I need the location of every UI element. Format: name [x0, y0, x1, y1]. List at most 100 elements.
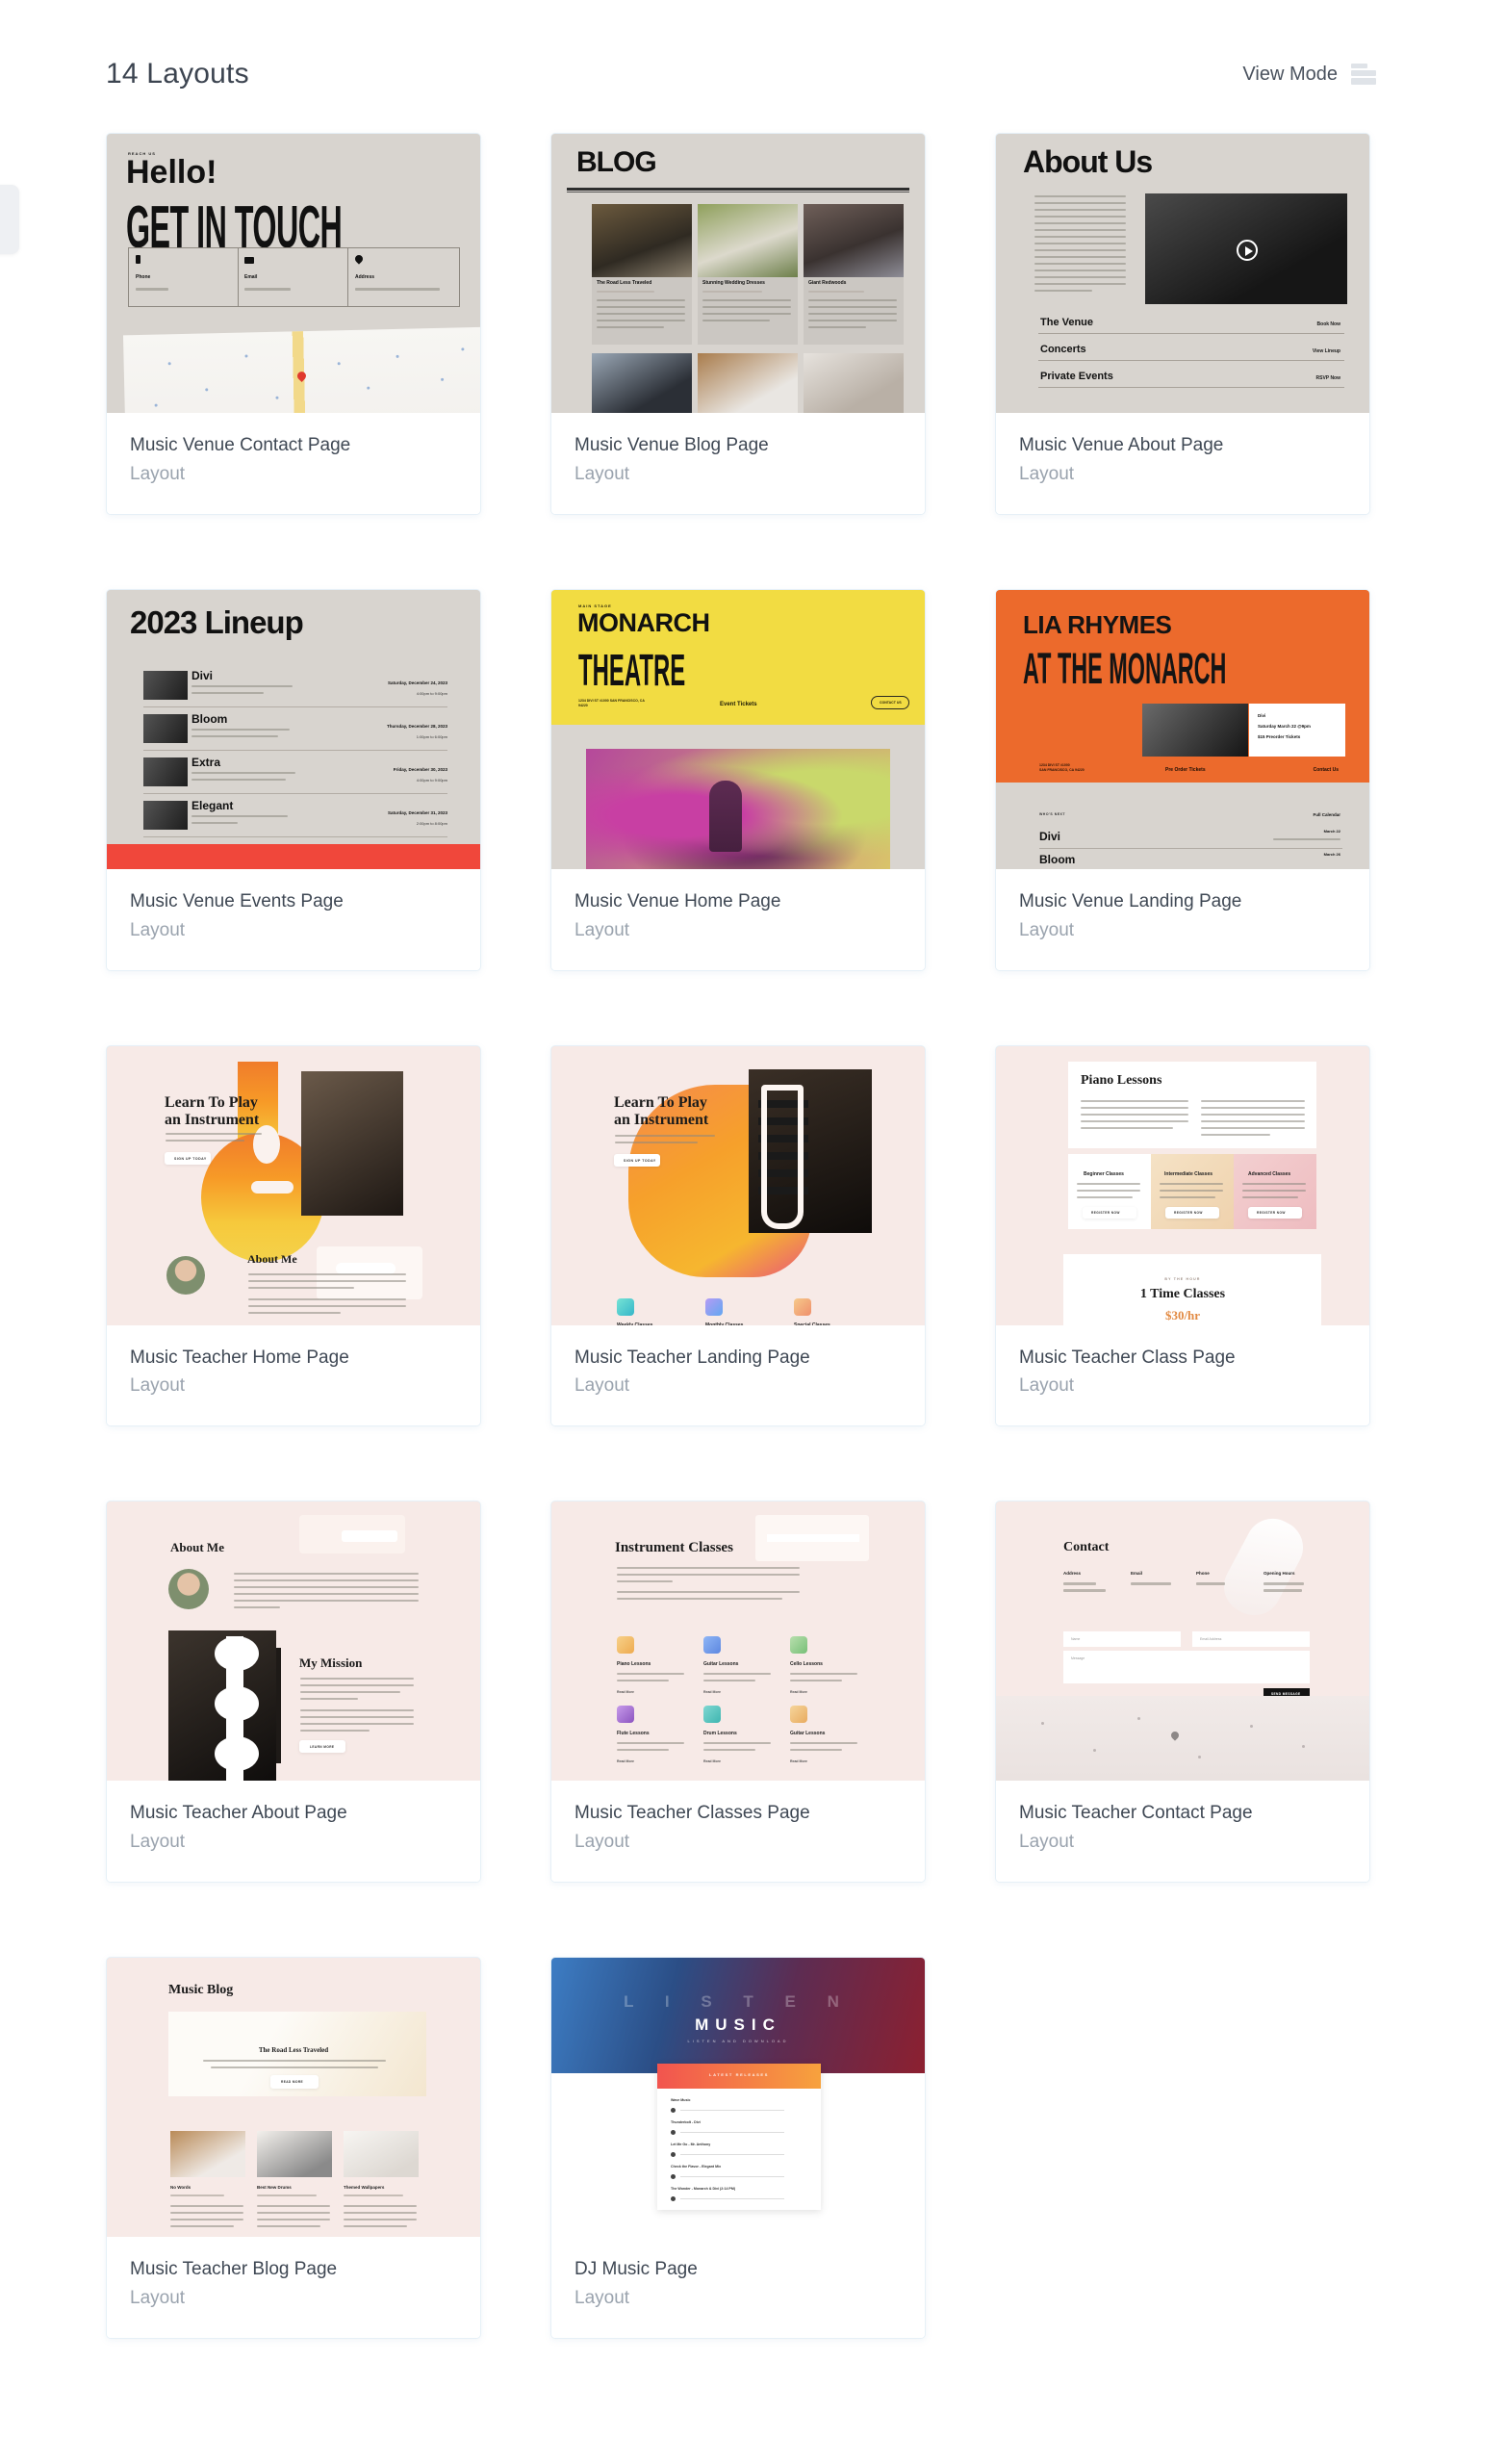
track-title: The Wonder - Monarch & Divi (2:14 PM): [671, 2187, 736, 2191]
preview-body-text: [1034, 195, 1126, 292]
view-mode-label: View Mode: [1242, 63, 1338, 85]
tier-label: Beginner Classes: [1084, 1170, 1124, 1177]
card-title: Music Venue About Page: [1019, 435, 1224, 455]
layout-card[interactable]: About Us The Venue Book Now Concerts Vie…: [995, 133, 1370, 515]
card-title: Music Venue Blog Page: [574, 435, 769, 455]
preview-button[interactable]: CONTACT US: [880, 701, 902, 705]
card-meta: Music Teacher Landing Page Layout: [551, 1324, 925, 1426]
accent-bar: [107, 843, 480, 869]
offer-price: $30/hr: [1164, 1307, 1201, 1322]
ticket-price: $15 Preorder Tickets: [1258, 733, 1301, 739]
layout-thumbnail: REACH US Hello! GET IN TOUCH Phone Email…: [107, 134, 480, 413]
class-link: Read More: [790, 1690, 807, 1695]
preview-heading: 2023 Lineup: [130, 603, 304, 640]
ticket-card: [1249, 703, 1345, 757]
card-meta: Music Venue Landing Page Layout: [996, 868, 1369, 970]
layouts-page: 14 Layouts View Mode REACH US Hello! GET…: [0, 0, 1506, 2464]
layout-thumbnail: Contact Address Email Phone Opening Hour…: [996, 1502, 1369, 1782]
layouts-grid: REACH US Hello! GET IN TOUCH Phone Email…: [106, 133, 1405, 2339]
layout-card[interactable]: BLOG The Road Less Traveled Stunning Wed…: [550, 133, 926, 515]
preview-row-link: Book Now: [1316, 321, 1340, 327]
preview-contact-link: Contact Us: [1313, 766, 1339, 773]
card-subtitle: Layout: [130, 2287, 186, 2308]
preview-event-date: Friday, December 30, 2023: [393, 766, 447, 772]
tier-label: Intermediate Classes: [1164, 1170, 1213, 1177]
name-field[interactable]: [1063, 1631, 1181, 1648]
card-title: Music Teacher About Page: [130, 1803, 347, 1824]
feature-label: Weekly Classes: [617, 1322, 653, 1325]
card-subtitle: Layout: [1019, 919, 1075, 940]
layout-card[interactable]: LIA RHYMES AT THE MONARCH Divi Saturday …: [995, 588, 1370, 971]
layout-card[interactable]: Learn To Play an Instrument SIGN UP TODAY…: [550, 1044, 926, 1427]
card-meta: Music Teacher Blog Page Layout: [107, 2237, 480, 2338]
preview-lineup-name: Divi: [1039, 829, 1061, 843]
class-link: Read More: [617, 1759, 634, 1764]
preview-section: My Mission: [299, 1656, 363, 1671]
detail-label: Email: [1131, 1571, 1143, 1577]
class-icon: [617, 1706, 634, 1724]
preview-heading: Contact: [1063, 1540, 1110, 1555]
layout-thumbnail: Music Blog The Road Less Traveled READ M…: [107, 1958, 480, 2237]
preview-event-name: Extra: [191, 755, 221, 769]
track-title: Thunderbolt - Divi: [671, 2120, 701, 2124]
preview-row-link: RSVP Now: [1315, 375, 1340, 381]
preview-heading: LIA RHYMES: [1023, 609, 1172, 639]
feature-icon: [705, 1297, 723, 1316]
mail-icon: [244, 257, 254, 264]
class-label: Cello Lessons: [790, 1661, 823, 1668]
map-preview: [996, 1696, 1369, 1782]
layout-thumbnail: Instrument Classes Piano Lessons Guitar …: [551, 1502, 925, 1782]
featured-title: The Road Less Traveled: [258, 2046, 329, 2054]
detail-label: Phone: [1196, 1571, 1210, 1577]
layout-thumbnail: 2023 Lineup Divi Saturday, December 24, …: [107, 589, 480, 869]
class-icon: [790, 1706, 807, 1724]
layout-card[interactable]: Contact Address Email Phone Opening Hour…: [995, 1501, 1370, 1883]
card-meta: Music Teacher Classes Page Layout: [551, 1781, 925, 1882]
drawer-handle-tab[interactable]: [0, 185, 19, 254]
preview-section: About Me: [247, 1251, 297, 1266]
card-title: Music Venue Events Page: [130, 890, 344, 911]
feature-icon: [617, 1297, 634, 1316]
preview-event-name: Divi: [191, 668, 214, 682]
card-subtitle: Layout: [574, 919, 630, 940]
feature-icon: [794, 1297, 811, 1316]
layout-card[interactable]: About Me My Mission LEARN MORE Music Tea…: [106, 1501, 481, 1883]
avatar: [166, 1255, 205, 1295]
card-subtitle: Layout: [130, 463, 186, 484]
layout-grid-icon[interactable]: [1351, 64, 1376, 85]
preview-row-label: The Venue: [1040, 317, 1094, 328]
layout-card[interactable]: REACH US Hello! GET IN TOUCH Phone Email…: [106, 133, 481, 515]
feature-label: Monthly Classes: [705, 1322, 744, 1325]
layout-card[interactable]: Music Blog The Road Less Traveled READ M…: [106, 1957, 481, 2339]
card-subtitle: Layout: [574, 1832, 630, 1852]
card-subtitle: Layout: [1019, 463, 1075, 484]
preview-subheading: AT THE MONARCH: [1023, 643, 1227, 693]
preview-event-time: 1:00pm to 6:00pm: [416, 733, 447, 739]
card-meta: Music Venue Contact Page Layout: [107, 413, 480, 514]
preview-event-date: Thursday, December 28, 2023: [387, 723, 447, 729]
layout-thumbnail: Learn To Play an Instrument SIGN UP TODAY…: [107, 1045, 480, 1325]
layout-card[interactable]: Piano Lessons Beginner Classes Intermedi…: [995, 1044, 1370, 1427]
card-title: Music Teacher Home Page: [130, 1347, 349, 1368]
class-label: Drum Lessons: [703, 1731, 737, 1737]
message-field[interactable]: [1063, 1651, 1310, 1684]
card-meta: Music Teacher Contact Page Layout: [996, 1781, 1369, 1882]
preview-link: Pre Order Tickets: [1165, 766, 1206, 773]
preview-heading: MONARCH: [577, 607, 710, 637]
layout-card[interactable]: 2023 Lineup Divi Saturday, December 24, …: [106, 588, 481, 971]
layout-card[interactable]: L I S T E N MUSIC LISTEN AND DOWNLOAD LA…: [550, 1957, 926, 2339]
layout-card[interactable]: MAIN STAGE MONARCH THEATRE 1234 DIVI ST …: [550, 588, 926, 971]
feature-label: Special Classes: [794, 1322, 830, 1325]
card-title: Music Venue Contact Page: [130, 435, 351, 455]
layout-card[interactable]: Learn To Play an Instrument SIGN UP TODAY…: [106, 1044, 481, 1427]
tier-button-label: REGISTER NOW: [1257, 1210, 1286, 1215]
view-mode-control[interactable]: View Mode: [1242, 64, 1376, 86]
preview-link: Event Tickets: [720, 701, 757, 707]
layout-card[interactable]: Instrument Classes Piano Lessons Guitar …: [550, 1501, 926, 1883]
preview-address: 1234 DIVI ST #1000 SAN FRANCISCO, CA 942…: [578, 698, 645, 707]
preview-lineup-name: Bloom: [1039, 852, 1076, 866]
card-title: Music Teacher Landing Page: [574, 1347, 810, 1368]
layout-thumbnail: Learn To Play an Instrument SIGN UP TODAY…: [551, 1045, 925, 1325]
featured-button-label: READ MORE: [281, 2080, 304, 2084]
page-header: 14 Layouts View Mode: [106, 53, 1376, 95]
